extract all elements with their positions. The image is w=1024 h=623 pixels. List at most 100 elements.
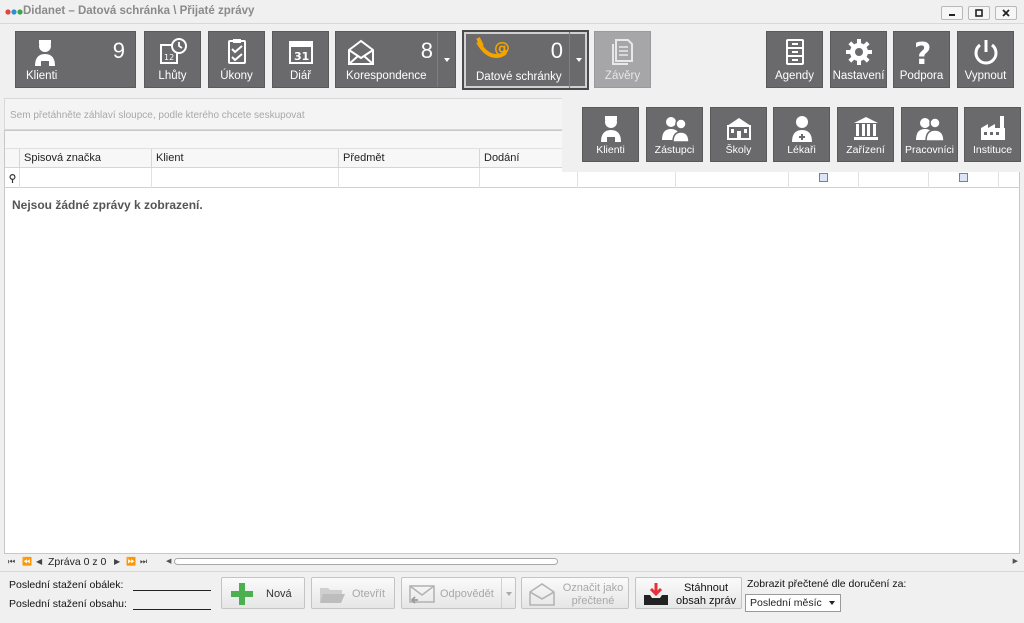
column-spisova-znacka[interactable]: Spisová značka <box>19 149 151 168</box>
ukony-button[interactable]: Úkony <box>208 31 265 88</box>
podpora-button[interactable]: ? Podpora <box>893 31 950 88</box>
agenda-item-klienti[interactable]: Klienti <box>582 107 639 162</box>
period-select[interactable]: Poslední měsíc <box>745 594 841 612</box>
gear-icon <box>845 39 872 65</box>
new-button[interactable]: Nová <box>221 577 305 609</box>
group-by-area[interactable]: Sem přetáhněte záhlaví sloupce, podle kt… <box>4 98 564 130</box>
next-record-button[interactable]: ▶ <box>114 557 120 566</box>
reply-button-label: Odpovědět <box>440 588 494 600</box>
column-predmet[interactable]: Předmět <box>338 149 479 168</box>
close-icon <box>1002 9 1010 17</box>
diar-label: Diář <box>289 70 312 82</box>
maximize-button[interactable] <box>968 6 990 20</box>
messages-grid[interactable]: Spisová značka Klient Předmět Dodání Nej… <box>4 130 1020 554</box>
diar-button[interactable]: 31 Diář <box>272 31 329 88</box>
scroll-right-icon[interactable]: ▶ <box>1013 557 1018 565</box>
agenda-item-zarizeni[interactable]: Zařízení <box>837 107 894 162</box>
doctor-icon <box>791 116 812 142</box>
svg-text:@: @ <box>494 38 510 57</box>
download-inbox-icon <box>644 583 668 605</box>
mark-read-button[interactable]: Označit jako přečtené <box>521 577 629 609</box>
workers-icon <box>915 117 945 142</box>
agenda-item-instituce[interactable]: Instituce <box>964 107 1021 162</box>
factory-icon <box>980 116 1005 140</box>
app-logo-icon <box>5 9 23 15</box>
korespondence-dropdown[interactable] <box>437 32 455 87</box>
last-content-download-value <box>133 609 211 610</box>
zavery-button[interactable]: Závěry <box>594 31 651 88</box>
reply-dropdown[interactable] <box>501 578 515 608</box>
korespondence-label: Korespondence <box>346 70 427 82</box>
empty-message: Nejsou žádné zprávy k zobrazení. <box>12 198 203 212</box>
agenda-item-label: Klienti <box>596 144 625 156</box>
agendy-button[interactable]: Agendy <box>766 31 823 88</box>
agenda-item-label: Zástupci <box>654 144 695 156</box>
zavery-label: Závěry <box>604 70 641 82</box>
scrollbar-thumb[interactable] <box>174 558 558 565</box>
next-page-button[interactable]: ⏩ <box>126 557 136 566</box>
last-content-download-label: Poslední stažení obsahu: <box>9 598 127 610</box>
klienti-button[interactable]: 9 Klienti <box>15 31 136 88</box>
agenda-menu-panel: Klienti Zástupci Školy Lékaři Zařízení P… <box>562 98 1024 172</box>
horizontal-scrollbar[interactable]: ◀ ▶ <box>166 557 1018 567</box>
filter-checkbox[interactable] <box>819 173 828 182</box>
client-icon <box>35 40 55 66</box>
prev-record-button[interactable]: ◀ <box>36 557 42 566</box>
chevron-down-icon <box>829 601 835 605</box>
datove-schranky-dropdown[interactable] <box>569 32 587 88</box>
filter-checkbox[interactable] <box>959 173 968 182</box>
last-record-button[interactable]: ⏭ <box>140 557 147 567</box>
maximize-icon <box>975 9 983 17</box>
period-label: Zobrazit přečtené dle doručení za: <box>747 578 907 590</box>
cabinet-icon <box>785 39 804 65</box>
nastaveni-button[interactable]: Nastavení <box>830 31 887 88</box>
svg-text:?: ? <box>914 37 931 67</box>
power-icon <box>974 40 997 65</box>
download-content-button[interactable]: Stáhnout obsah zpráv <box>635 577 742 609</box>
facility-icon <box>853 117 878 140</box>
datove-schranky-button[interactable]: @ 0 Datové schránky <box>462 30 589 90</box>
new-button-label: Nová <box>266 588 292 600</box>
client-icon <box>600 116 621 142</box>
klienti-label: Klienti <box>26 70 58 82</box>
reply-envelope-icon <box>409 585 435 604</box>
filter-klient[interactable] <box>151 168 338 188</box>
agenda-item-skoly[interactable]: Školy <box>710 107 767 162</box>
filter-predmet[interactable] <box>338 168 479 188</box>
korespondence-button[interactable]: 8 Korespondence <box>335 31 456 88</box>
agenda-item-label: Lékaři <box>787 144 816 156</box>
vypnout-label: Vypnout <box>964 70 1007 82</box>
close-button[interactable] <box>995 6 1017 20</box>
open-folder-icon <box>320 588 345 603</box>
prev-page-button[interactable]: ⏪ <box>22 557 32 566</box>
calendar-31-icon: 31 <box>288 41 313 64</box>
clipboard-check-icon <box>227 39 246 64</box>
record-navigator: ⏮ ⏪ ◀ Zpráva 0 z 0 ▶ ⏩ ⏭ ◀ ▶ <box>4 554 1020 570</box>
open-button-label: Otevřít <box>352 588 386 600</box>
representatives-icon <box>661 117 690 143</box>
svg-text:12: 12 <box>164 53 174 62</box>
chevron-down-icon <box>506 592 512 596</box>
download-label-line2: obsah zpráv <box>676 595 736 607</box>
document-stack-icon <box>611 39 633 65</box>
agenda-item-lekari[interactable]: Lékaři <box>773 107 830 162</box>
open-button[interactable]: Otevřít <box>311 577 395 609</box>
download-label-line1: Stáhnout <box>683 582 729 594</box>
vypnout-button[interactable]: Vypnout <box>957 31 1014 88</box>
filter-pin-icon <box>9 174 16 183</box>
filter-spisova-znacka[interactable] <box>19 168 151 188</box>
agenda-item-zastupci[interactable]: Zástupci <box>646 107 703 162</box>
agenda-item-pracovnici[interactable]: Pracovníci <box>901 107 958 162</box>
reply-button[interactable]: Odpovědět <box>401 577 516 609</box>
minimize-button[interactable] <box>941 6 963 20</box>
column-klient[interactable]: Klient <box>151 149 338 168</box>
podpora-label: Podpora <box>899 70 944 82</box>
scroll-left-icon[interactable]: ◀ <box>166 557 171 565</box>
title-bar: Didanet – Datová schránka \ Přijaté zprá… <box>0 0 1024 24</box>
datove-schranky-label: Datové schránky <box>476 71 562 83</box>
open-envelope-icon <box>529 583 555 606</box>
calendar-clock-icon: 12 <box>159 38 187 64</box>
lhuty-button[interactable]: 12 Lhůty <box>144 31 201 88</box>
mark-read-label-line1: Označit jako <box>562 582 624 594</box>
first-record-button[interactable]: ⏮ <box>8 557 15 567</box>
